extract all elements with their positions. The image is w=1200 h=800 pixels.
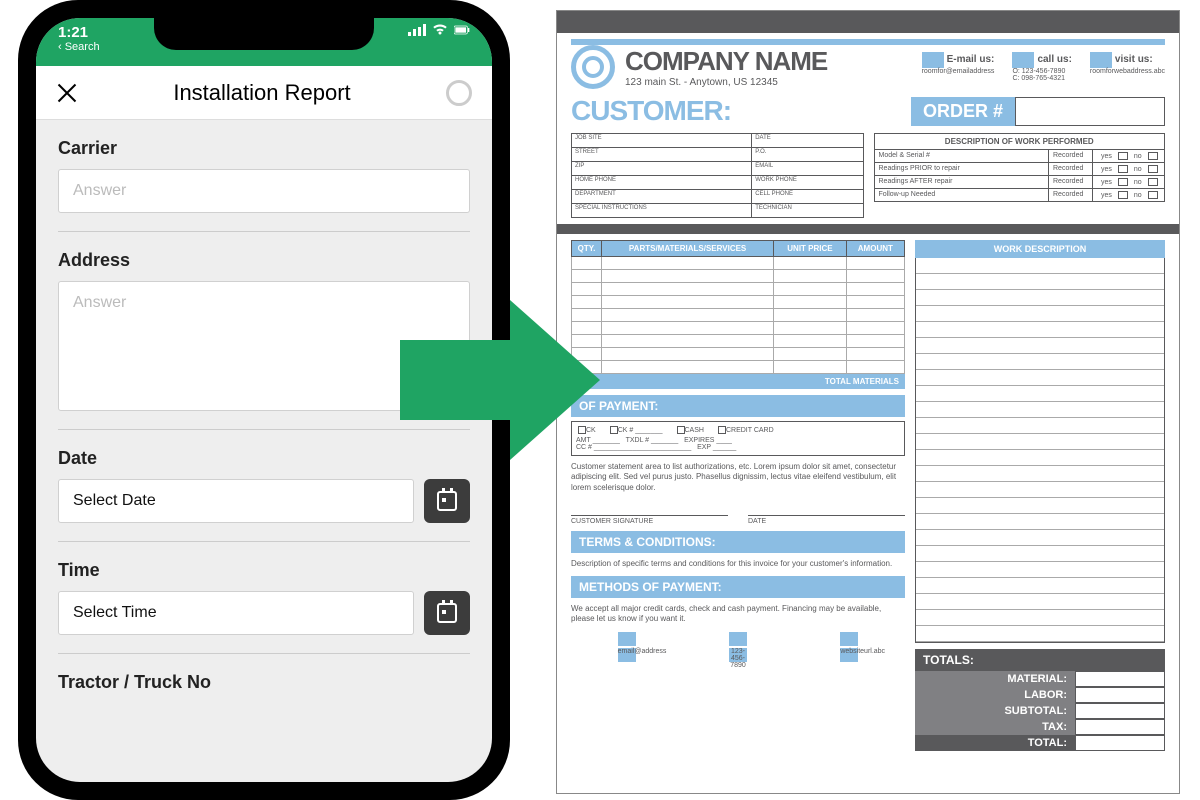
company-name: COMPANY NAME: [625, 46, 827, 77]
form-title: Installation Report: [173, 80, 350, 106]
company-address: 123 main St. - Anytown, US 12345: [625, 77, 827, 88]
contact-phone: call us:O: 123-456-7890C: 098-765-4321: [1012, 52, 1071, 82]
footer-contacts: email@address 123-456-7890 websiteurl.ab…: [571, 632, 905, 664]
signal-icon: [408, 24, 426, 36]
wifi-icon: [432, 24, 448, 36]
order-number-label: ORDER #: [911, 97, 1015, 126]
carrier-label: Carrier: [58, 138, 470, 159]
payment-band: OF PAYMENT:: [571, 395, 905, 417]
mail-icon: [618, 632, 636, 646]
globe-icon: [1090, 52, 1112, 68]
payment-box[interactable]: CKCK # _______CASHCREDIT CARD AMT ______…: [571, 421, 905, 456]
invoice-document: COMPANY NAME 123 main St. - Anytown, US …: [556, 10, 1180, 794]
globe-icon: [840, 632, 858, 646]
date-input[interactable]: Select Date: [58, 479, 414, 523]
materials-table[interactable]: QTY.PARTS/MATERIALS/SERVICESUNIT PRICEAM…: [571, 240, 905, 374]
doc-top-bar: [557, 11, 1179, 33]
methods-text: We accept all major credit cards, check …: [571, 604, 905, 625]
work-description-area[interactable]: [915, 258, 1165, 643]
battery-icon: [454, 24, 470, 36]
progress-ring-icon: [446, 80, 472, 106]
divider: [58, 653, 470, 654]
customer-info-grid[interactable]: JOB SITEDATE STREETP.O. ZIPEMAIL HOME PH…: [571, 133, 864, 218]
back-to-search[interactable]: ‹ Search: [58, 41, 100, 53]
contact-web: visit us:roomforwebaddress.abc: [1090, 52, 1165, 82]
form-header: Installation Report: [36, 66, 492, 120]
dwp-heading: DESCRIPTION OF WORK PERFORMED: [874, 133, 1166, 150]
divider-bar: [557, 224, 1179, 234]
terms-text: Description of specific terms and condit…: [571, 559, 905, 569]
time-label: Time: [58, 560, 470, 581]
calendar-icon: [437, 491, 457, 511]
address-label: Address: [58, 250, 470, 271]
time-picker-button[interactable]: [424, 591, 470, 635]
methods-band: METHODS OF PAYMENT:: [571, 576, 905, 598]
totals-heading: TOTALS:: [915, 649, 1165, 671]
statement-text: Customer statement area to list authoriz…: [571, 462, 905, 493]
calendar-icon: [437, 603, 457, 623]
customer-heading: CUSTOMER:: [571, 95, 731, 127]
total-materials-label: TOTAL MATERIALS: [571, 374, 905, 389]
contact-email: E-mail us:roomfor@emailaddress: [922, 52, 995, 82]
carrier-input[interactable]: Answer: [58, 169, 470, 213]
clock: 1:21: [58, 24, 100, 41]
phone-icon: [729, 632, 747, 646]
arrow-icon: [400, 300, 600, 460]
divider: [58, 541, 470, 542]
divider: [58, 231, 470, 232]
notch: [154, 18, 374, 50]
dwp-row[interactable]: Readings AFTER repairRecordedyes no: [874, 176, 1166, 189]
customer-signature[interactable]: CUSTOMER SIGNATURE: [571, 515, 728, 525]
company-logo-icon: [571, 45, 615, 89]
work-description-heading: WORK DESCRIPTION: [915, 240, 1165, 258]
phone-icon: [1012, 52, 1034, 68]
dwp-row[interactable]: Readings PRIOR to repairRecordedyes no: [874, 163, 1166, 176]
close-icon[interactable]: [56, 82, 78, 104]
totals-block: MATERIAL: LABOR: SUBTOTAL: TAX: TOTAL:: [915, 671, 1165, 751]
terms-band: TERMS & CONDITIONS:: [571, 531, 905, 553]
tractor-label: Tractor / Truck No: [58, 672, 470, 693]
order-number-field[interactable]: [1015, 97, 1165, 126]
date-picker-button[interactable]: [424, 479, 470, 523]
dwp-row[interactable]: Follow-up NeededRecordedyes no: [874, 189, 1166, 202]
time-input[interactable]: Select Time: [58, 591, 414, 635]
mail-icon: [922, 52, 944, 68]
signature-date[interactable]: DATE: [748, 515, 905, 525]
dwp-row[interactable]: Model & Serial #Recordedyes no: [874, 150, 1166, 163]
